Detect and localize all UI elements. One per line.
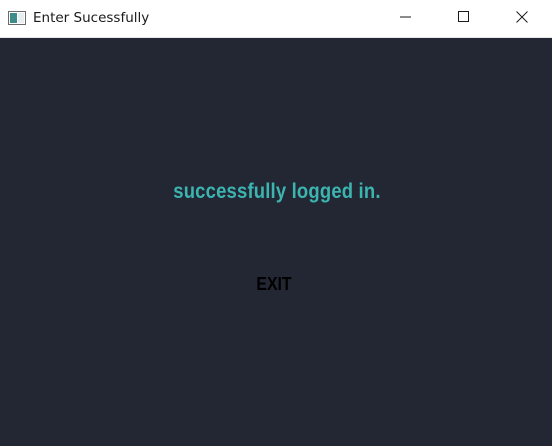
maximize-button[interactable] [441,0,487,38]
maximize-icon [458,10,470,28]
exit-button[interactable]: EXIT [249,270,298,298]
close-icon [516,10,528,28]
window-app-icon [8,11,26,25]
minimize-button[interactable] [383,0,429,38]
app-window: Enter Sucessfully successfully logged in… [0,0,552,446]
close-button[interactable] [499,0,545,38]
window-content: successfully logged in. EXIT [0,38,552,446]
success-message: successfully logged in. [173,180,381,203]
title-bar[interactable]: Enter Sucessfully [0,0,552,38]
minimize-icon [400,10,412,28]
window-title: Enter Sucessfully [33,10,150,26]
